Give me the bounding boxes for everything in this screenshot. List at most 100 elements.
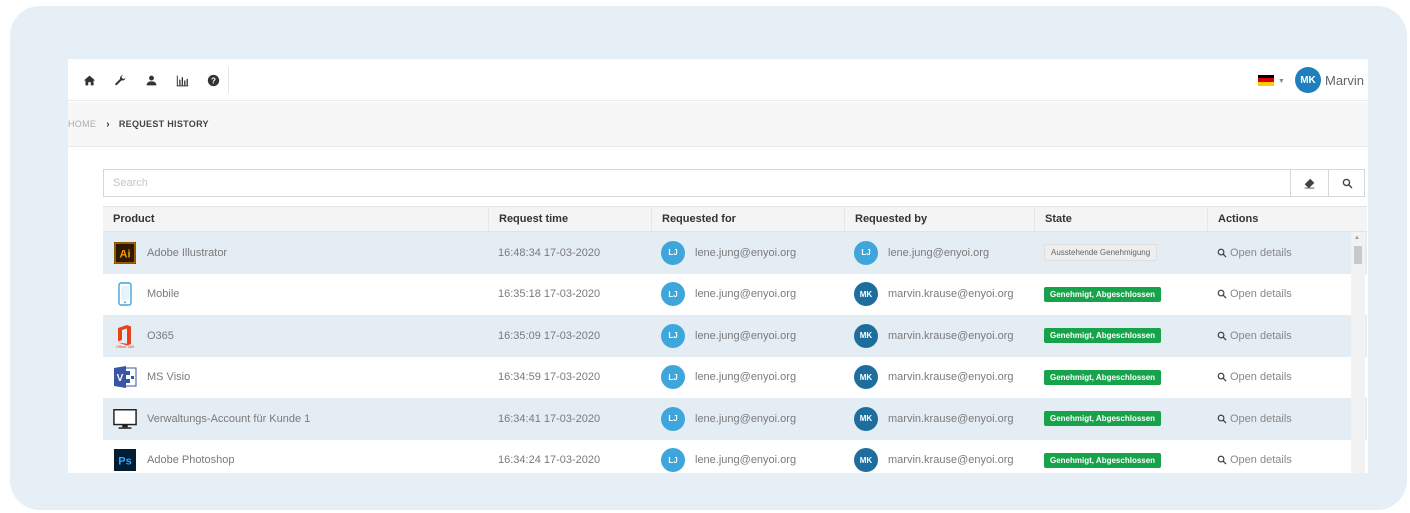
german-flag-icon[interactable] <box>1258 74 1275 86</box>
requested-by-email: marvin.krause@enyoi.org <box>888 329 1014 342</box>
product-cell: Ai Adobe Illustrator <box>113 232 227 274</box>
illustrator-icon: Ai <box>113 241 137 265</box>
user-avatar[interactable]: MK <box>1294 67 1321 93</box>
column-header-actions[interactable]: Actions <box>1207 207 1350 231</box>
state-cell: Genehmigt, Abgeschlossen <box>1044 440 1162 474</box>
bar-chart-icon[interactable] <box>171 69 193 91</box>
breadcrumb-home[interactable]: HOME <box>68 119 96 129</box>
table-row[interactable]: V MS Visio 16:34:59 17-03-2020 LJ lene.jung@… <box>103 357 1367 399</box>
request-time-cell: 16:34:59 17-03-2020 <box>498 357 600 399</box>
wrench-icon[interactable] <box>109 69 131 91</box>
open-details-link[interactable]: Open details <box>1217 440 1292 474</box>
request-time: 16:48:34 17-03-2020 <box>498 246 601 259</box>
mobile-phone-icon <box>113 282 137 306</box>
table-body: Ai Adobe Illustrator 16:48:34 17-03-2020 LJ… <box>103 232 1367 473</box>
chevron-right-icon: › <box>106 118 110 130</box>
request-time-cell: 16:35:18 17-03-2020 <box>498 274 600 316</box>
language-caret-icon[interactable]: ▼ <box>1278 78 1285 85</box>
status-badge: Genehmigt, Abgeschlossen <box>1044 328 1162 344</box>
requested-by-avatar: MK <box>854 406 878 431</box>
requested-for-cell: LJ lene.jung@enyoi.org <box>661 398 796 440</box>
column-header-state[interactable]: State <box>1034 207 1207 231</box>
help-icon[interactable]: ? <box>202 69 224 91</box>
column-header-requested-by[interactable]: Requested by <box>844 207 1034 231</box>
top-navigation-bar: ? ▼ MK Marvin <box>68 59 1368 101</box>
open-details-label[interactable]: Open details <box>1230 371 1292 383</box>
state-cell: Ausstehende Genehmigung <box>1044 232 1158 274</box>
user-name[interactable]: Marvin <box>1325 73 1364 88</box>
scrollbar-thumb[interactable] <box>1354 246 1362 264</box>
state-cell: Genehmigt, Abgeschlossen <box>1044 274 1162 316</box>
product-cell: Verwaltungs-Account für Kunde 1 <box>113 398 310 440</box>
search-icon <box>1217 455 1227 465</box>
requested-for-email: lene.jung@enyoi.org <box>695 454 797 467</box>
product-cell: Mobile <box>113 274 179 316</box>
requested-by-email: marvin.krause@enyoi.org <box>888 412 1014 425</box>
requested-by-email: marvin.krause@enyoi.org <box>888 371 1014 384</box>
search-button[interactable] <box>1328 170 1366 196</box>
requested-for-cell: LJ lene.jung@enyoi.org <box>661 357 796 399</box>
column-header-request-time[interactable]: Request time <box>488 207 651 231</box>
eraser-icon <box>1304 178 1315 188</box>
search-icon <box>1217 414 1227 424</box>
table-row[interactable]: Ps Adobe Photoshop 16:34:24 17-03-2020 LJ le… <box>103 440 1367 474</box>
open-details-label[interactable]: Open details <box>1230 413 1292 425</box>
table-row[interactable]: Verwaltungs-Account für Kunde 1 16:34:41 … <box>103 398 1367 440</box>
table-header: Product Request time Requested for Reque… <box>103 206 1367 232</box>
request-history-table: Product Request time Requested for Reque… <box>103 206 1367 473</box>
breadcrumb: HOME › REQUEST HISTORY <box>68 102 1368 147</box>
user-icon[interactable] <box>140 69 162 91</box>
column-header-requested-for[interactable]: Requested for <box>651 207 844 231</box>
request-time-cell: 16:35:09 17-03-2020 <box>498 315 600 357</box>
requested-for-avatar: LJ <box>661 448 685 473</box>
requested-for-email: lene.jung@enyoi.org <box>695 371 797 384</box>
request-time: 16:35:18 17-03-2020 <box>498 288 601 301</box>
clear-search-button[interactable] <box>1290 170 1328 196</box>
table-row[interactable]: Office 365 O365 16:35:09 17-03-2020 LJ lene.… <box>103 315 1367 357</box>
svg-text:V: V <box>117 373 124 384</box>
open-details-label[interactable]: Open details <box>1230 454 1292 466</box>
user-menu[interactable]: ▼ MK Marvin <box>1258 59 1364 101</box>
office-icon: Office 365 <box>113 324 137 348</box>
open-details-link[interactable]: Open details <box>1217 232 1292 274</box>
request-time-cell: 16:34:24 17-03-2020 <box>498 440 600 474</box>
requested-for-cell: LJ lene.jung@enyoi.org <box>661 315 796 357</box>
photoshop-icon: Ps <box>113 448 137 472</box>
open-details-label[interactable]: Open details <box>1230 330 1292 342</box>
request-time: 16:34:59 17-03-2020 <box>498 371 601 384</box>
request-time: 16:34:41 17-03-2020 <box>498 412 601 425</box>
open-details-link[interactable]: Open details <box>1217 398 1292 440</box>
product-name: O365 <box>147 329 174 342</box>
requested-for-avatar: LJ <box>661 240 685 265</box>
requested-for-avatar: LJ <box>661 323 685 348</box>
open-details-link[interactable]: Open details <box>1217 315 1292 357</box>
requested-by-cell: MK marvin.krause@enyoi.org <box>854 398 1014 440</box>
open-details-label[interactable]: Open details <box>1230 247 1292 259</box>
table-row[interactable]: Mobile 16:35:18 17-03-2020 LJ lene.jung@eny… <box>103 274 1367 316</box>
request-time-cell: 16:34:41 17-03-2020 <box>498 398 600 440</box>
requested-for-email: lene.jung@enyoi.org <box>695 329 797 342</box>
search-input[interactable] <box>104 170 1290 196</box>
requested-by-email: marvin.krause@enyoi.org <box>888 288 1014 301</box>
requested-for-cell: LJ lene.jung@enyoi.org <box>661 232 796 274</box>
requested-for-email: lene.jung@enyoi.org <box>695 246 797 259</box>
table-scrollbar[interactable]: ▲ <box>1351 232 1365 473</box>
scroll-up-arrow-icon[interactable]: ▲ <box>1354 235 1360 241</box>
home-icon[interactable] <box>78 69 100 91</box>
open-details-link[interactable]: Open details <box>1217 357 1292 399</box>
open-details-link[interactable]: Open details <box>1217 274 1292 316</box>
status-badge: Genehmigt, Abgeschlossen <box>1044 411 1162 427</box>
table-row[interactable]: Ai Adobe Illustrator 16:48:34 17-03-2020 LJ… <box>103 232 1367 274</box>
requested-by-cell: LJ lene.jung@enyoi.org <box>854 232 989 274</box>
column-header-product[interactable]: Product <box>103 207 488 231</box>
svg-text:Ai: Ai <box>120 248 131 260</box>
screenshot-frame: ? ▼ MK Marvin HOME › REQUEST HISTORY Sea… <box>10 6 1407 510</box>
requested-by-cell: MK marvin.krause@enyoi.org <box>854 274 1014 316</box>
requested-by-cell: MK marvin.krause@enyoi.org <box>854 315 1014 357</box>
requested-by-avatar: LJ <box>854 240 878 265</box>
open-details-label[interactable]: Open details <box>1230 288 1292 300</box>
breadcrumb-current: REQUEST HISTORY <box>118 119 209 129</box>
requested-for-email: lene.jung@enyoi.org <box>695 412 797 425</box>
request-time: 16:35:09 17-03-2020 <box>498 329 601 342</box>
search-bar <box>103 169 1365 197</box>
